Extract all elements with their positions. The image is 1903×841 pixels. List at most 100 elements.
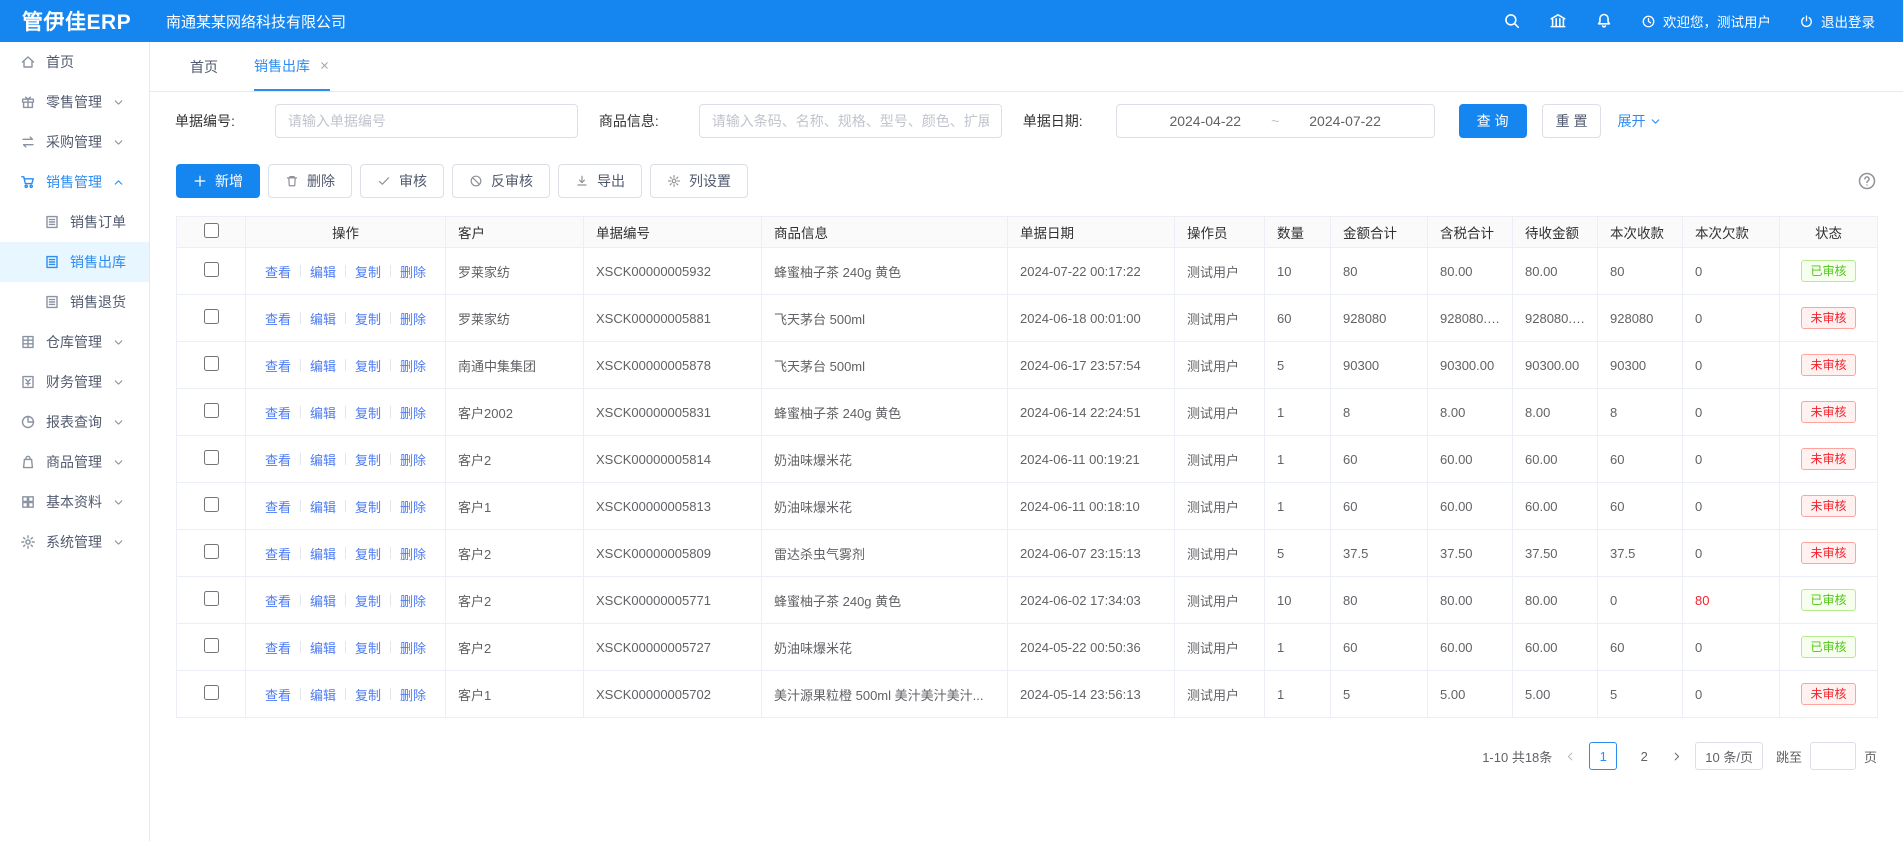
sidebar-item-sales-return[interactable]: 销售退货 [0,282,149,322]
export-button[interactable]: 导出 [558,164,642,198]
sidebar-item-warehouse[interactable]: 仓库管理 [0,322,149,362]
sidebar-item-finance[interactable]: 财务管理 [0,362,149,402]
sidebar-item-reports[interactable]: 报表查询 [0,402,149,442]
sidebar-item-sales-outbound[interactable]: 销售出库 [0,242,149,282]
date-cell: 2024-06-18 00:01:00 [1008,295,1175,342]
row-checkbox[interactable] [204,262,219,277]
copy-link[interactable]: 复制 [355,309,381,328]
view-link[interactable]: 查看 [265,403,291,422]
delete-link[interactable]: 删除 [400,638,426,657]
delete-link[interactable]: 删除 [400,544,426,563]
date-to[interactable]: 2024-07-22 [1309,113,1381,129]
delete-link[interactable]: 删除 [400,497,426,516]
close-icon[interactable] [319,60,330,71]
view-link[interactable]: 查看 [265,497,291,516]
edit-link[interactable]: 编辑 [310,591,336,610]
delete-link[interactable]: 删除 [400,309,426,328]
row-checkbox[interactable] [204,450,219,465]
edit-link[interactable]: 编辑 [310,685,336,704]
column-settings-button[interactable]: 列设置 [650,164,748,198]
add-button[interactable]: 新增 [176,164,260,198]
document-icon [44,254,60,270]
delete-button[interactable]: 删除 [268,164,352,198]
help-icon[interactable] [1857,171,1877,191]
expand-link[interactable]: 展开 [1617,111,1662,131]
bill-no-input[interactable] [275,104,578,138]
owed-cell: 0 [1683,389,1780,436]
copy-link[interactable]: 复制 [355,262,381,281]
copy-link[interactable]: 复制 [355,356,381,375]
sidebar-item-goods[interactable]: 商品管理 [0,442,149,482]
sidebar-item-sales[interactable]: 销售管理 [0,162,149,202]
delete-link[interactable]: 删除 [400,450,426,469]
row-checkbox[interactable] [204,497,219,512]
page-number-2[interactable]: 2 [1630,742,1658,770]
row-checkbox[interactable] [204,591,219,606]
date-from[interactable]: 2024-04-22 [1169,113,1241,129]
unaudit-button[interactable]: 反审核 [452,164,550,198]
edit-link[interactable]: 编辑 [310,356,336,375]
delete-link[interactable]: 删除 [400,591,426,610]
reset-button[interactable]: 重 置 [1542,104,1602,138]
copy-link[interactable]: 复制 [355,403,381,422]
search-icon[interactable] [1503,12,1521,30]
copy-link[interactable]: 复制 [355,591,381,610]
sidebar-item-basic-data[interactable]: 基本资料 [0,482,149,522]
edit-link[interactable]: 编辑 [310,497,336,516]
view-link[interactable]: 查看 [265,309,291,328]
edit-link[interactable]: 编辑 [310,403,336,422]
view-link[interactable]: 查看 [265,591,291,610]
sidebar-item-system[interactable]: 系统管理 [0,522,149,562]
logout-button[interactable]: 退出登录 [1799,11,1875,31]
divider [300,265,301,277]
row-checkbox[interactable] [204,403,219,418]
user-welcome[interactable]: 欢迎您，测试用户 [1641,11,1771,31]
page-number-1[interactable]: 1 [1589,742,1617,770]
view-link[interactable]: 查看 [265,544,291,563]
sidebar-item-sales-order[interactable]: 销售订单 [0,202,149,242]
sidebar-item-purchase[interactable]: 采购管理 [0,122,149,162]
copy-link[interactable]: 复制 [355,544,381,563]
row-checkbox[interactable] [204,356,219,371]
edit-link[interactable]: 编辑 [310,450,336,469]
delete-link[interactable]: 删除 [400,262,426,281]
delete-link[interactable]: 删除 [400,685,426,704]
copy-link[interactable]: 复制 [355,685,381,704]
row-checkbox[interactable] [204,309,219,324]
receivable-cell: 37.50 [1513,530,1598,577]
col-qty: 数量 [1265,217,1331,248]
tab-sales-outbound[interactable]: 销售出库 [254,42,330,91]
jump-page-input[interactable] [1810,742,1856,770]
sidebar-item-retail[interactable]: 零售管理 [0,82,149,122]
next-page-icon[interactable] [1671,751,1682,762]
view-link[interactable]: 查看 [265,356,291,375]
row-checkbox[interactable] [204,685,219,700]
copy-link[interactable]: 复制 [355,497,381,516]
view-link[interactable]: 查看 [265,638,291,657]
copy-link[interactable]: 复制 [355,638,381,657]
delete-link[interactable]: 删除 [400,403,426,422]
copy-link[interactable]: 复制 [355,450,381,469]
view-link[interactable]: 查看 [265,262,291,281]
sidebar-item-home[interactable]: 首页 [0,42,149,82]
edit-link[interactable]: 编辑 [310,544,336,563]
product-info-input[interactable] [699,104,1002,138]
page-size-select[interactable]: 10 条/页 [1695,742,1763,770]
audit-button[interactable]: 审核 [360,164,444,198]
edit-link[interactable]: 编辑 [310,638,336,657]
delete-link[interactable]: 删除 [400,356,426,375]
view-link[interactable]: 查看 [265,685,291,704]
search-button[interactable]: 查 询 [1459,104,1527,138]
select-all-checkbox[interactable] [204,223,219,238]
row-checkbox[interactable] [204,638,219,653]
edit-link[interactable]: 编辑 [310,262,336,281]
prev-page-icon[interactable] [1565,751,1576,762]
view-link[interactable]: 查看 [265,450,291,469]
tab-home[interactable]: 首页 [190,42,218,91]
row-checkbox[interactable] [204,544,219,559]
edit-link[interactable]: 编辑 [310,309,336,328]
bank-icon[interactable] [1549,12,1567,30]
action-toolbar: 新增 删除 审核 反审核 导出 列设置 [150,150,1903,198]
date-range-picker[interactable]: 2024-04-22 ~ 2024-07-22 [1116,104,1435,138]
bell-icon[interactable] [1595,12,1613,30]
